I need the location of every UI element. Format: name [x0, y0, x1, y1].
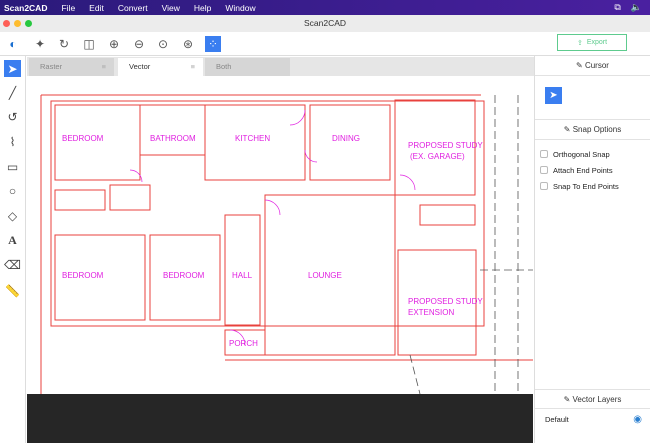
status-area: [27, 394, 533, 443]
room-label: BEDROOM: [163, 271, 205, 280]
tab-both[interactable]: Both: [205, 58, 290, 76]
room-label: HALL: [232, 271, 253, 280]
room-label: (EX. GARAGE): [410, 152, 465, 161]
export-icon: ⇪: [577, 39, 583, 47]
room-label: BEDROOM: [62, 271, 104, 280]
toolbar: ◐ ✦ ↻ ◫ ⊕ ⊖ ⊙ ⊛ ⁘ ⇪Export: [0, 32, 650, 56]
flip-icon[interactable]: ◫: [81, 36, 97, 52]
logo-icon[interactable]: ◐: [5, 36, 21, 52]
measure-tool-icon[interactable]: 📏: [4, 282, 21, 299]
eye-icon[interactable]: ◉: [633, 414, 642, 425]
cursor-header: ✎ Cursor: [535, 56, 650, 76]
zoom-out-icon[interactable]: ⊖: [131, 36, 147, 52]
room-label: PORCH: [229, 339, 258, 348]
title-bar: Scan2CAD: [0, 15, 650, 32]
view-tabs: Raster≡ Vector≡ Both: [27, 57, 534, 76]
room-label: EXTENSION: [408, 308, 454, 317]
close-button[interactable]: [3, 20, 10, 27]
menu-convert[interactable]: Convert: [118, 3, 148, 13]
room-label: DINING: [332, 134, 360, 143]
menu-edit[interactable]: Edit: [89, 3, 104, 13]
zoom-fit-icon[interactable]: ⊙: [155, 36, 171, 52]
zoom-button[interactable]: [25, 20, 32, 27]
zoom-in-icon[interactable]: ⊕: [106, 36, 122, 52]
menu-help[interactable]: Help: [194, 3, 211, 13]
menu-window[interactable]: Window: [225, 3, 255, 13]
snap-header: ✎ Snap Options: [535, 120, 650, 140]
menu-icon: ≡: [102, 58, 106, 76]
cursor-mode-icon[interactable]: ➤: [545, 87, 562, 104]
circle-tool-icon[interactable]: ○: [4, 182, 21, 199]
select-area-icon[interactable]: ⁘: [205, 36, 221, 52]
node-tool-icon[interactable]: ◇: [4, 207, 21, 224]
room-label: KITCHEN: [235, 134, 270, 143]
cursor-tool-icon[interactable]: ➤: [4, 60, 21, 77]
eraser-tool-icon[interactable]: ⌫: [4, 256, 21, 273]
room-label: PROPOSED STUDY: [408, 141, 483, 150]
screen-icon[interactable]: ⧉: [614, 2, 620, 13]
pin-icon: ✎: [564, 125, 573, 134]
polyline-tool-icon[interactable]: ⌇: [4, 133, 21, 150]
attach-end-points-checkbox[interactable]: Attach End Points: [535, 162, 650, 178]
menu-app[interactable]: Scan2CAD: [4, 3, 47, 13]
menu-view[interactable]: View: [162, 3, 180, 13]
layer-row[interactable]: Default ◉: [535, 409, 650, 429]
orthogonal-snap-checkbox[interactable]: Orthogonal Snap: [535, 146, 650, 162]
rotate-icon[interactable]: ↻: [56, 36, 72, 52]
right-panel: ✎ Cursor ➤ ✎ Snap Options Orthogonal Sna…: [534, 56, 650, 443]
room-label: BATHROOM: [150, 134, 196, 143]
layers-header: ✎ Vector Layers: [535, 389, 650, 409]
window-title: Scan2CAD: [304, 18, 346, 28]
minimize-button[interactable]: [14, 20, 21, 27]
pin-icon: ✎: [576, 61, 585, 70]
tab-vector[interactable]: Vector≡: [118, 58, 203, 76]
volume-icon[interactable]: 🔈: [631, 2, 642, 13]
room-label: LOUNGE: [308, 271, 342, 280]
snap-to-end-points-checkbox[interactable]: Snap To End Points: [535, 178, 650, 194]
export-button[interactable]: ⇪Export: [557, 34, 627, 51]
drawing-canvas[interactable]: BEDROOM BATHROOM KITCHEN DINING PROPOSED…: [27, 76, 533, 394]
menu-bar: Scan2CAD File Edit Convert View Help Win…: [0, 0, 650, 15]
text-tool-icon[interactable]: A: [4, 232, 21, 249]
menu-file[interactable]: File: [61, 3, 75, 13]
tab-raster[interactable]: Raster≡: [29, 58, 114, 76]
menu-icon: ≡: [191, 58, 195, 76]
left-toolbar: ➤ ╱ ↺ ⌇ ▭ ○ ◇ A ⌫ 📏: [0, 56, 26, 443]
arc-tool-icon[interactable]: ↺: [4, 108, 21, 125]
room-label: BEDROOM: [62, 134, 104, 143]
floor-plan: BEDROOM BATHROOM KITCHEN DINING PROPOSED…: [27, 76, 533, 394]
pin-icon: ✎: [564, 395, 573, 404]
room-label: PROPOSED STUDY: [408, 297, 483, 306]
line-tool-icon[interactable]: ╱: [4, 84, 21, 101]
sparkle-icon[interactable]: ✦: [32, 36, 48, 52]
rectangle-tool-icon[interactable]: ▭: [4, 158, 21, 175]
zoom-extent-icon[interactable]: ⊛: [180, 36, 196, 52]
